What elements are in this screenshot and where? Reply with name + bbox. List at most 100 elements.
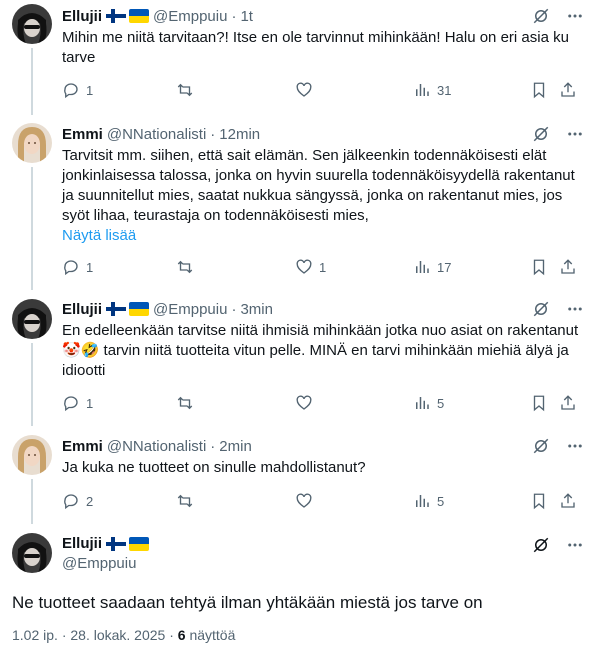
views-icon	[416, 261, 429, 273]
more-icon[interactable]	[565, 299, 585, 319]
tweet-timestamp[interactable]: 1.02 ip. · 28. lokak. 2025 ·	[12, 627, 178, 643]
name-flags	[106, 302, 150, 316]
views-count: 6	[177, 627, 186, 643]
like-button[interactable]	[295, 81, 319, 99]
views-icon	[416, 84, 429, 96]
share-icon	[561, 82, 575, 97]
tweet-1[interactable]: Ellujii @Emppuiu · 1t Mihin me niitä tar…	[0, 0, 597, 115]
bookmark-icon	[533, 259, 545, 276]
share-button[interactable]	[559, 258, 577, 276]
main-tweet-text: Ne tuotteet saadaan tehtyä ilman yhtäkää…	[12, 593, 483, 612]
reply-button[interactable]: 1	[62, 258, 93, 276]
like-button[interactable]: 1	[295, 258, 326, 276]
tweet-3[interactable]: Ellujii @Emppuiu · 3min En edelleenkään …	[0, 290, 597, 426]
separator-dot: ·	[210, 125, 216, 143]
reply-icon	[64, 260, 78, 276]
views-button[interactable]: 5	[413, 394, 444, 412]
share-button[interactable]	[559, 81, 577, 99]
separator-dot: ·	[231, 7, 237, 25]
tweet-2[interactable]: Emmi @NNationalisti · 12min Tarvitsit mm…	[0, 115, 597, 290]
retweet-button[interactable]	[176, 258, 200, 276]
name-flags	[106, 9, 150, 23]
retweet-button[interactable]	[176, 492, 200, 510]
avatar[interactable]	[12, 4, 52, 44]
thread-line	[31, 479, 33, 524]
reply-icon	[64, 494, 78, 510]
views-count: 17	[437, 259, 452, 275]
author-handle[interactable]: @Emppuiu	[153, 8, 227, 25]
share-button[interactable]	[559, 492, 577, 510]
tweet-time[interactable]: 1t	[240, 8, 253, 25]
avatar[interactable]	[12, 299, 52, 339]
share-icon	[561, 259, 575, 274]
avatar[interactable]	[12, 123, 52, 163]
emoji-clown-laugh: 🤡🤣	[62, 342, 100, 359]
author-name[interactable]: Ellujii	[62, 535, 102, 552]
author-name[interactable]: Emmi	[62, 438, 103, 455]
avatar[interactable]	[12, 533, 52, 573]
ukraine-flag-icon	[129, 9, 150, 23]
tweet-actions: 1 1 17	[62, 258, 582, 278]
ukraine-flag-icon	[129, 536, 150, 551]
retweet-icon	[177, 494, 193, 508]
views-button[interactable]: 17	[413, 258, 451, 276]
author-handle[interactable]: @NNationalisti	[107, 438, 206, 455]
tweet-body-part-1: En edelleenkään tarvitse niitä ihmisiä m…	[62, 322, 579, 339]
grok-icon[interactable]	[531, 535, 551, 555]
author-handle[interactable]: @NNationalisti	[107, 126, 206, 143]
author-name[interactable]: Emmi	[62, 126, 103, 143]
tweet-4[interactable]: Emmi @NNationalisti · 2min Ja kuka ne tu…	[0, 426, 597, 524]
retweet-button[interactable]	[176, 81, 200, 99]
finland-flag-icon	[106, 302, 127, 316]
bookmark-button[interactable]	[530, 258, 548, 276]
retweet-button[interactable]	[176, 394, 200, 412]
more-icon[interactable]	[565, 6, 585, 26]
thread-line	[31, 167, 33, 290]
bookmark-button[interactable]	[530, 394, 548, 412]
views-button[interactable]: 5	[413, 492, 444, 510]
grok-icon[interactable]	[531, 6, 551, 26]
retweet-icon	[177, 260, 193, 274]
views-label: näyttöä	[185, 627, 236, 643]
main-author-handle[interactable]: @Emppuiu	[62, 555, 136, 572]
tweet-actions: 1 5	[62, 394, 582, 414]
tweet-body-part-2: tarvin niitä tuotteita vitun pelle. MINÄ…	[62, 342, 569, 379]
main-author-name[interactable]: Ellujii	[62, 535, 153, 552]
tweet-time[interactable]: 3min	[240, 301, 273, 318]
bookmark-button[interactable]	[530, 492, 548, 510]
reply-button[interactable]: 1	[62, 81, 93, 99]
show-more-link[interactable]: Näytä lisää	[62, 227, 136, 244]
more-icon[interactable]	[565, 535, 585, 555]
grok-icon[interactable]	[531, 436, 551, 456]
grok-icon[interactable]	[531, 299, 551, 319]
tweet-text: Tarvitsit mm. siihen, että sait elämän. …	[62, 146, 583, 246]
tweet-time[interactable]: 2min	[219, 438, 252, 455]
tweet-time[interactable]: 12min	[219, 126, 260, 143]
like-icon	[296, 493, 312, 508]
bookmark-icon	[533, 395, 545, 412]
retweet-icon	[177, 396, 193, 410]
author-name[interactable]: Ellujii	[62, 8, 102, 25]
more-icon[interactable]	[565, 436, 585, 456]
tweet-text: Mihin me niitä tarvitaan?! Itse en ole t…	[62, 29, 569, 66]
finland-flag-icon	[106, 9, 127, 23]
reply-button[interactable]: 1	[62, 394, 93, 412]
author-handle[interactable]: @Emppuiu	[153, 301, 227, 318]
author-name[interactable]: Ellujii	[62, 301, 102, 318]
grok-icon[interactable]	[531, 124, 551, 144]
like-button[interactable]	[295, 492, 319, 510]
bookmark-button[interactable]	[530, 81, 548, 99]
share-button[interactable]	[559, 394, 577, 412]
reply-button[interactable]: 2	[62, 492, 93, 510]
tweet-meta: 1.02 ip. · 28. lokak. 2025 · 6 näyttöä	[12, 627, 235, 643]
tweet-header: Ellujii @Emppuiu · 3min	[62, 299, 585, 319]
views-button[interactable]: 31	[413, 81, 451, 99]
like-button[interactable]	[295, 394, 319, 412]
tweet-header: Ellujii @Emppuiu · 1t	[62, 6, 585, 26]
finland-flag-icon	[106, 536, 127, 551]
tweet-header: Emmi @NNationalisti · 2min	[62, 436, 585, 456]
more-icon[interactable]	[565, 124, 585, 144]
like-icon	[296, 259, 312, 274]
avatar[interactable]	[12, 435, 52, 475]
views-count: 31	[437, 82, 452, 98]
